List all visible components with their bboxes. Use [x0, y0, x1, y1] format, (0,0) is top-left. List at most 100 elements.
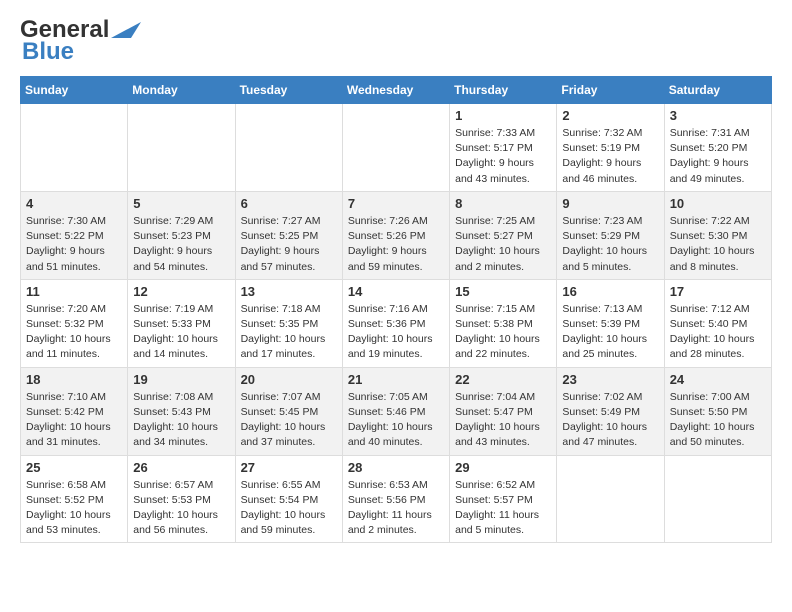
day-number: 11 — [26, 284, 122, 299]
day-number: 22 — [455, 372, 551, 387]
header-wednesday: Wednesday — [342, 77, 449, 104]
logo: General Blue — [20, 16, 141, 66]
day-info: Sunrise: 7:23 AM Sunset: 5:29 PM Dayligh… — [562, 214, 658, 275]
calendar-cell — [664, 455, 771, 543]
day-number: 25 — [26, 460, 122, 475]
day-number: 7 — [348, 196, 444, 211]
calendar-cell: 25 Sunrise: 6:58 AM Sunset: 5:52 PM Dayli… — [21, 455, 128, 543]
day-number: 14 — [348, 284, 444, 299]
calendar-table: SundayMondayTuesdayWednesdayThursdayFrid… — [20, 76, 772, 543]
day-info: Sunrise: 7:32 AM Sunset: 5:19 PM Dayligh… — [562, 126, 658, 187]
day-info: Sunrise: 6:57 AM Sunset: 5:53 PM Dayligh… — [133, 478, 229, 539]
day-number: 1 — [455, 108, 551, 123]
day-info: Sunrise: 7:19 AM Sunset: 5:33 PM Dayligh… — [133, 302, 229, 363]
day-info: Sunrise: 7:15 AM Sunset: 5:38 PM Dayligh… — [455, 302, 551, 363]
header-friday: Friday — [557, 77, 664, 104]
day-number: 3 — [670, 108, 766, 123]
day-info: Sunrise: 7:20 AM Sunset: 5:32 PM Dayligh… — [26, 302, 122, 363]
day-number: 26 — [133, 460, 229, 475]
day-info: Sunrise: 7:16 AM Sunset: 5:36 PM Dayligh… — [348, 302, 444, 363]
day-number: 19 — [133, 372, 229, 387]
day-number: 28 — [348, 460, 444, 475]
day-number: 18 — [26, 372, 122, 387]
day-number: 16 — [562, 284, 658, 299]
day-info: Sunrise: 7:02 AM Sunset: 5:49 PM Dayligh… — [562, 390, 658, 451]
day-info: Sunrise: 7:08 AM Sunset: 5:43 PM Dayligh… — [133, 390, 229, 451]
day-number: 8 — [455, 196, 551, 211]
day-info: Sunrise: 7:05 AM Sunset: 5:46 PM Dayligh… — [348, 390, 444, 451]
day-info: Sunrise: 6:58 AM Sunset: 5:52 PM Dayligh… — [26, 478, 122, 539]
header-monday: Monday — [128, 77, 235, 104]
calendar-cell: 28Sunrise: 6:53 AM Sunset: 5:56 PM Dayli… — [342, 455, 449, 543]
week-row-4: 18 Sunrise: 7:10 AM Sunset: 5:42 PM Dayli… — [21, 367, 772, 455]
calendar-cell: 12 Sunrise: 7:19 AM Sunset: 5:33 PM Dayli… — [128, 279, 235, 367]
header-tuesday: Tuesday — [235, 77, 342, 104]
day-number: 9 — [562, 196, 658, 211]
header-sunday: Sunday — [21, 77, 128, 104]
header-saturday: Saturday — [664, 77, 771, 104]
day-number: 24 — [670, 372, 766, 387]
day-number: 23 — [562, 372, 658, 387]
week-row-2: 4 Sunrise: 7:30 AM Sunset: 5:22 PM Daylig… — [21, 191, 772, 279]
day-number: 6 — [241, 196, 337, 211]
day-info: Sunrise: 7:26 AM Sunset: 5:26 PM Dayligh… — [348, 214, 444, 275]
day-number: 5 — [133, 196, 229, 211]
day-number: 20 — [241, 372, 337, 387]
calendar-cell: 10 Sunrise: 7:22 AM Sunset: 5:30 PM Dayli… — [664, 191, 771, 279]
day-number: 17 — [670, 284, 766, 299]
day-info: Sunrise: 7:22 AM Sunset: 5:30 PM Dayligh… — [670, 214, 766, 275]
page-header: General Blue — [20, 16, 772, 66]
week-row-1: 1 Sunrise: 7:33 AM Sunset: 5:17 PM Daylig… — [21, 104, 772, 192]
day-info: Sunrise: 7:29 AM Sunset: 5:23 PM Dayligh… — [133, 214, 229, 275]
week-row-5: 25 Sunrise: 6:58 AM Sunset: 5:52 PM Dayli… — [21, 455, 772, 543]
calendar-cell — [21, 104, 128, 192]
day-info: Sunrise: 6:52 AM Sunset: 5:57 PM Dayligh… — [455, 478, 551, 539]
calendar-cell: 14 Sunrise: 7:16 AM Sunset: 5:36 PM Dayli… — [342, 279, 449, 367]
calendar-cell: 27Sunrise: 6:55 AM Sunset: 5:54 PM Dayli… — [235, 455, 342, 543]
day-info: Sunrise: 6:55 AM Sunset: 5:54 PM Dayligh… — [241, 478, 337, 539]
calendar-cell: 1 Sunrise: 7:33 AM Sunset: 5:17 PM Daylig… — [450, 104, 557, 192]
day-number: 12 — [133, 284, 229, 299]
calendar-cell: 16 Sunrise: 7:13 AM Sunset: 5:39 PM Dayli… — [557, 279, 664, 367]
day-info: Sunrise: 7:31 AM Sunset: 5:20 PM Dayligh… — [670, 126, 766, 187]
day-number: 4 — [26, 196, 122, 211]
day-info: Sunrise: 7:07 AM Sunset: 5:45 PM Dayligh… — [241, 390, 337, 451]
calendar-cell — [557, 455, 664, 543]
calendar-cell: 15 Sunrise: 7:15 AM Sunset: 5:38 PM Dayli… — [450, 279, 557, 367]
day-info: Sunrise: 7:10 AM Sunset: 5:42 PM Dayligh… — [26, 390, 122, 451]
calendar-cell: 11 Sunrise: 7:20 AM Sunset: 5:32 PM Dayli… — [21, 279, 128, 367]
day-number: 29 — [455, 460, 551, 475]
calendar-cell: 2 Sunrise: 7:32 AM Sunset: 5:19 PM Daylig… — [557, 104, 664, 192]
calendar-cell: 22 Sunrise: 7:04 AM Sunset: 5:47 PM Dayli… — [450, 367, 557, 455]
header-thursday: Thursday — [450, 77, 557, 104]
calendar-cell: 20 Sunrise: 7:07 AM Sunset: 5:45 PM Dayli… — [235, 367, 342, 455]
calendar-cell: 5 Sunrise: 7:29 AM Sunset: 5:23 PM Daylig… — [128, 191, 235, 279]
calendar-cell: 24Sunrise: 7:00 AM Sunset: 5:50 PM Dayli… — [664, 367, 771, 455]
day-info: Sunrise: 7:30 AM Sunset: 5:22 PM Dayligh… — [26, 214, 122, 275]
logo-blue: Blue — [22, 38, 74, 66]
calendar-cell: 17 Sunrise: 7:12 AM Sunset: 5:40 PM Dayli… — [664, 279, 771, 367]
day-info: Sunrise: 7:04 AM Sunset: 5:47 PM Dayligh… — [455, 390, 551, 451]
calendar-cell: 23 Sunrise: 7:02 AM Sunset: 5:49 PM Dayli… — [557, 367, 664, 455]
day-number: 2 — [562, 108, 658, 123]
day-info: Sunrise: 7:33 AM Sunset: 5:17 PM Dayligh… — [455, 126, 551, 187]
calendar-cell: 3 Sunrise: 7:31 AM Sunset: 5:20 PM Daylig… — [664, 104, 771, 192]
day-number: 10 — [670, 196, 766, 211]
calendar-cell: 13Sunrise: 7:18 AM Sunset: 5:35 PM Dayli… — [235, 279, 342, 367]
day-info: Sunrise: 7:13 AM Sunset: 5:39 PM Dayligh… — [562, 302, 658, 363]
calendar-cell: 6Sunrise: 7:27 AM Sunset: 5:25 PM Daylig… — [235, 191, 342, 279]
day-info: Sunrise: 7:25 AM Sunset: 5:27 PM Dayligh… — [455, 214, 551, 275]
calendar-cell: 29 Sunrise: 6:52 AM Sunset: 5:57 PM Dayli… — [450, 455, 557, 543]
day-number: 15 — [455, 284, 551, 299]
calendar-cell — [342, 104, 449, 192]
calendar-cell: 7 Sunrise: 7:26 AM Sunset: 5:26 PM Daylig… — [342, 191, 449, 279]
day-info: Sunrise: 7:12 AM Sunset: 5:40 PM Dayligh… — [670, 302, 766, 363]
calendar-cell: 19 Sunrise: 7:08 AM Sunset: 5:43 PM Dayli… — [128, 367, 235, 455]
calendar-cell: 21 Sunrise: 7:05 AM Sunset: 5:46 PM Dayli… — [342, 367, 449, 455]
calendar-cell: 9 Sunrise: 7:23 AM Sunset: 5:29 PM Daylig… — [557, 191, 664, 279]
calendar-cell: 26 Sunrise: 6:57 AM Sunset: 5:53 PM Dayli… — [128, 455, 235, 543]
day-info: Sunrise: 7:18 AM Sunset: 5:35 PM Dayligh… — [241, 302, 337, 363]
calendar-cell — [128, 104, 235, 192]
calendar-cell: 18 Sunrise: 7:10 AM Sunset: 5:42 PM Dayli… — [21, 367, 128, 455]
day-number: 21 — [348, 372, 444, 387]
